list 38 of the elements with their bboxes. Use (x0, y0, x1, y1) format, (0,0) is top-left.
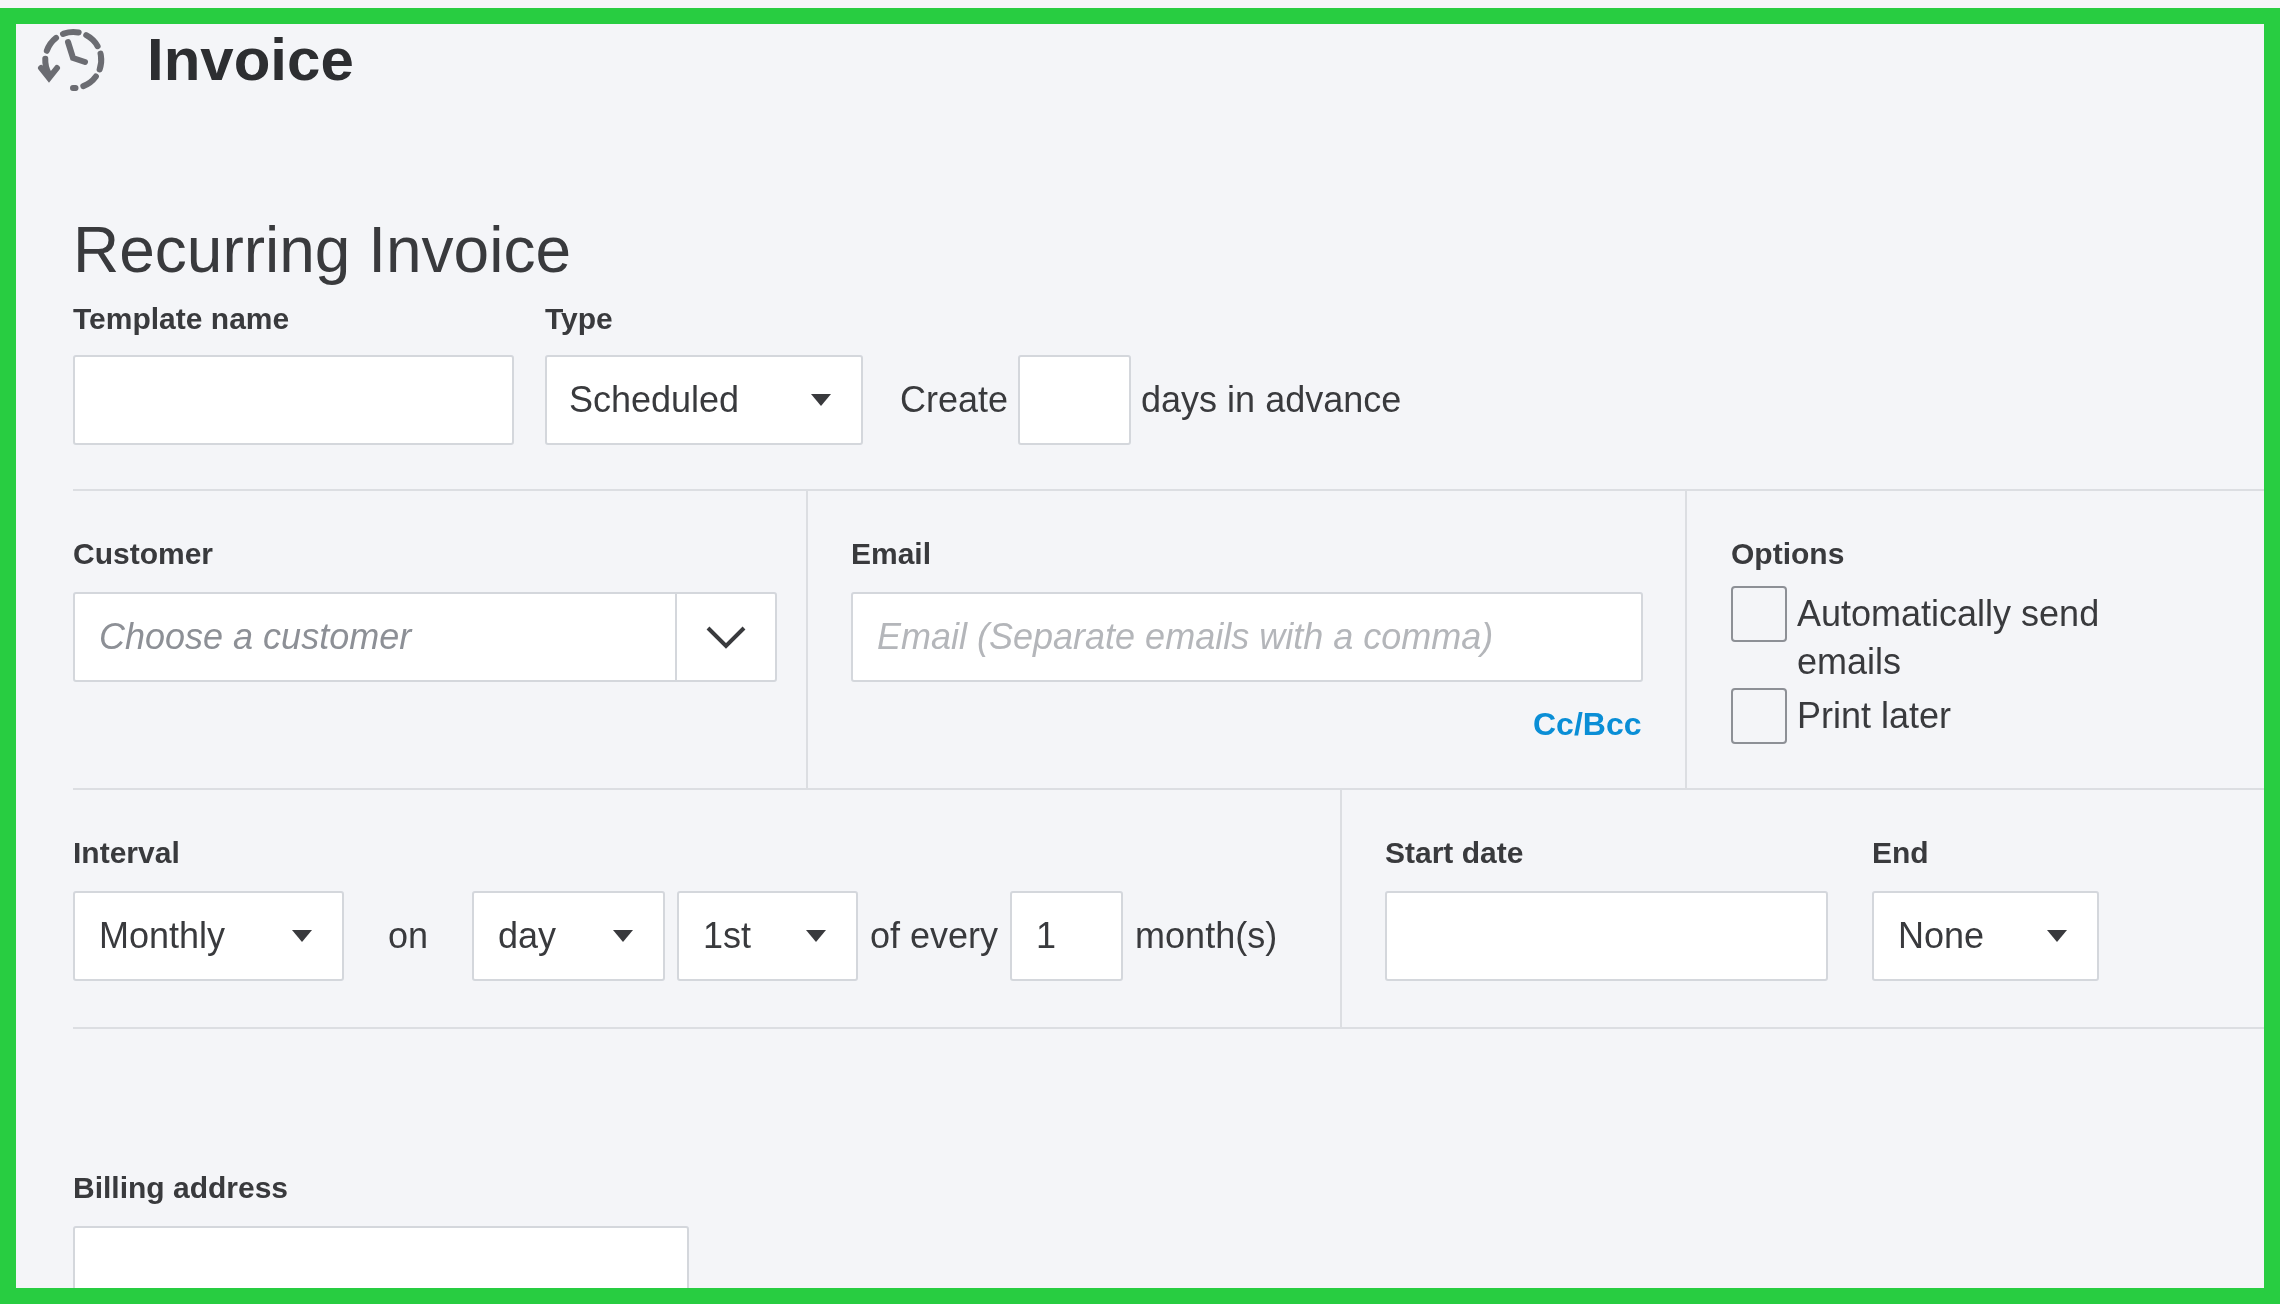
start-date-field[interactable] (1385, 891, 1828, 981)
customer-field[interactable]: Choose a customer (75, 594, 675, 680)
field-label: Start date (1385, 835, 1524, 871)
caret-icon[interactable] (811, 394, 831, 406)
end-dropdown[interactable]: None (1872, 891, 2099, 981)
create-label: Create (900, 378, 1009, 422)
months-label: month(s) (1135, 914, 1278, 958)
type-dropdown[interactable]: Scheduled (545, 355, 863, 445)
field-label: Options (1731, 536, 1845, 572)
checkbox[interactable] (1731, 586, 1787, 642)
month-count-field[interactable]: 1 (1010, 891, 1124, 981)
page-title: Invoice (147, 25, 354, 95)
form-title: Recurring Invoice (73, 214, 571, 286)
email-field[interactable]: Email (Separate emails with a comma) (851, 592, 1643, 682)
frequency-dropdown[interactable]: Monthly (73, 891, 344, 981)
field-label: End (1872, 835, 1929, 871)
customer-combobox[interactable]: Choose a customer (73, 592, 777, 682)
checkbox-label: Automatically send emails (1797, 592, 2101, 684)
days-in-advance-label: days in advance (1141, 378, 1402, 422)
template-name-field[interactable] (73, 355, 514, 445)
day-of-month-dropdown[interactable]: 1st (677, 891, 859, 981)
caret-icon[interactable] (2047, 930, 2067, 942)
of-every-label: of every (870, 914, 999, 958)
caret-icon[interactable] (292, 930, 312, 942)
days-in-advance-field[interactable] (1018, 355, 1132, 445)
checkbox-label: Print later (1797, 694, 1952, 738)
field-label: Customer (73, 536, 214, 572)
field-label: Email (851, 536, 932, 572)
chevron-down-icon[interactable] (706, 625, 746, 649)
caret-icon[interactable] (806, 930, 827, 942)
caret-icon[interactable] (613, 930, 634, 942)
field-label: Type (545, 301, 613, 337)
field-label: Interval (73, 835, 180, 871)
on-label: on (388, 914, 429, 958)
day-unit-dropdown[interactable]: day (472, 891, 666, 981)
field-label: Template name (73, 301, 290, 337)
checkbox[interactable] (1731, 688, 1787, 744)
field-label: Billing address (73, 1170, 289, 1206)
